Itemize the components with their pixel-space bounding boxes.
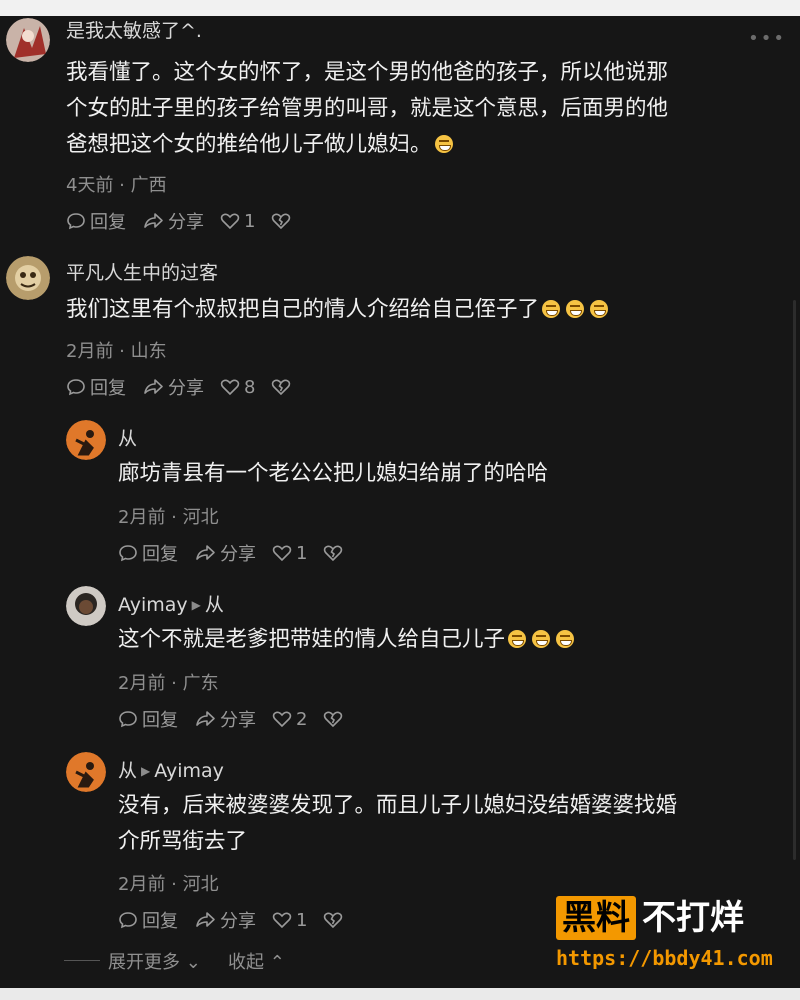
comment-author[interactable]: 平凡人生中的过客 [66,258,218,285]
reply-button[interactable]: 回复 [66,208,126,234]
avatar[interactable] [6,18,50,62]
emoji-icon [434,135,453,153]
share-arrow-icon [144,379,163,394]
scrollbar[interactable] [793,300,796,860]
heart-icon [220,379,240,396]
comment-actions: 回复 分享 8 [66,374,311,400]
comment-text: 没有，后来被婆婆发现了。而且儿子儿媳妇没结婚婆婆找婚 介所骂街去了 [118,793,678,854]
heart-icon [272,711,292,728]
comment-actions: 回复 分享 1 [66,208,311,234]
watermark-text: 不打烊 [642,898,744,938]
dislike-button[interactable] [323,910,347,930]
like-button[interactable]: 1 [272,910,307,931]
emoji-icon [590,300,609,318]
emoji-icon [556,630,575,648]
reply-to-arrow-icon: ▶ [191,598,201,612]
emoji-icon [542,300,561,318]
share-arrow-icon [144,213,163,228]
broken-heart-icon [324,711,343,728]
comment-text: 这个不就是老爹把带娃的情人给自己儿子 [118,622,778,658]
comment-actions: 回复 分享 1 [118,540,363,566]
share-arrow-icon [196,912,215,927]
reply-to-arrow-icon: ▶ [141,764,151,778]
dislike-button[interactable] [271,211,295,231]
broken-heart-icon [324,912,343,929]
comment-bubble-icon [119,711,137,728]
share-button[interactable]: 分享 [194,706,256,732]
dislike-button[interactable] [323,543,347,563]
avatar[interactable] [66,420,106,460]
comment-meta: 2月前 · 河北 [118,874,219,895]
avatar[interactable] [66,586,106,626]
broken-heart-icon [272,379,291,396]
like-button[interactable]: 1 [220,211,255,232]
reply-button[interactable]: 回复 [118,540,178,566]
comment-author[interactable]: Ayimay ▶ 从 [118,590,224,617]
emoji-icon [532,630,551,648]
chevron-down-icon: ⌄ [180,952,201,973]
watermark-url: https://bbdy41.com [556,946,773,970]
dislike-button[interactable] [323,709,347,729]
collapse-button[interactable]: 收起 ⌃ [228,948,285,974]
heart-icon [220,213,240,230]
broken-heart-icon [272,213,291,230]
divider [64,960,100,961]
like-button[interactable]: 2 [272,709,307,730]
comment-bubble-icon [119,545,137,562]
dislike-button[interactable] [271,377,295,397]
like-button[interactable]: 8 [220,377,255,398]
share-button[interactable]: 分享 [142,208,204,234]
broken-heart-icon [324,545,343,562]
heart-icon [272,545,292,562]
share-button[interactable]: 分享 [194,540,256,566]
comment-meta: 2月前 · 广东 [118,673,219,694]
watermark-logo: 黑料 不打烊 [556,896,744,940]
reply-button[interactable]: 回复 [118,907,178,933]
comment-bubble-icon [119,912,137,929]
comment-author[interactable]: 从 ▶ Ayimay [118,756,224,783]
avatar[interactable] [6,256,50,300]
share-arrow-icon [196,545,215,560]
reply-button[interactable]: 回复 [118,706,178,732]
share-button[interactable]: 分享 [194,907,256,933]
comment-actions: 回复 分享 2 [118,706,363,732]
chevron-up-icon: ⌃ [264,952,285,973]
emoji-icon [566,300,585,318]
share-arrow-icon [196,711,215,726]
comment-meta: 2月前 · 河北 [118,507,219,528]
comment-bubble-icon [67,379,85,396]
comment-author[interactable]: 从 [118,424,137,451]
more-dots-icon[interactable]: ••• [748,28,786,49]
share-button[interactable]: 分享 [142,374,204,400]
expand-more-button[interactable]: 展开更多 ⌄ [108,948,201,974]
comment-meta: 2月前 · 山东 [66,341,167,362]
comment-text: 廊坊青县有一个老公公把儿媳妇给崩了的哈哈 [118,461,549,486]
watermark-badge: 黑料 [556,896,636,940]
comment-author[interactable]: 是我太敏感了^. [66,16,202,43]
comment-meta: 4天前 · 广西 [66,175,167,196]
comment-actions: 回复 分享 1 [118,907,363,933]
comment-text: 我看懂了。这个女的怀了，是这个男的他爸的孩子，所以他说那 个女的肚子里的孩子给管… [66,60,669,157]
heart-icon [272,912,292,929]
comment-text: 我们这里有个叔叔把自己的情人介绍给自己侄子了 [66,292,786,328]
avatar[interactable] [66,752,106,792]
reply-button[interactable]: 回复 [66,374,126,400]
like-button[interactable]: 1 [272,543,307,564]
comment-bubble-icon [67,213,85,230]
emoji-icon [508,630,527,648]
